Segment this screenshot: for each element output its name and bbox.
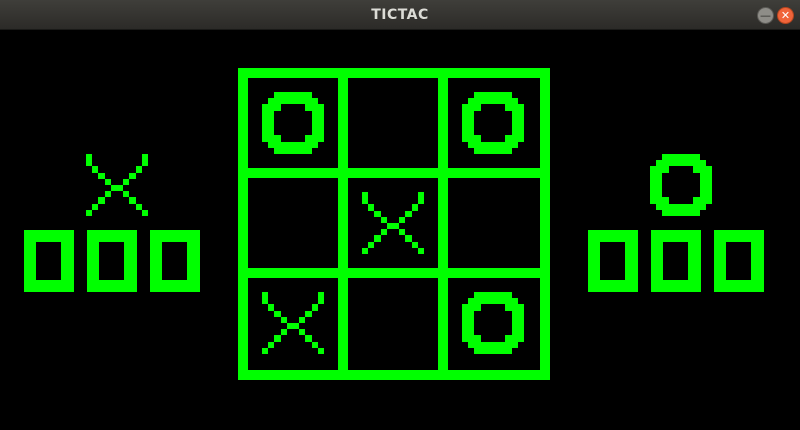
board-cell-0-0[interactable] [248,78,338,168]
game-board [238,68,550,380]
minimize-button[interactable]: — [757,7,774,24]
board-hline [238,168,550,178]
minimize-icon: — [760,9,771,22]
close-button[interactable]: ✕ [777,7,794,24]
board-cell-1-0[interactable] [248,178,338,268]
title-bar: TICTAC — ✕ [0,0,800,30]
board-vline [238,68,248,380]
game-area [0,30,800,430]
board-cell-1-2[interactable] [448,178,538,268]
board-cell-0-1[interactable] [348,78,438,168]
board-cell-0-2[interactable] [448,78,538,168]
right-player-panel [588,154,765,294]
close-icon: ✕ [780,9,791,22]
board-vline [438,68,448,380]
board-hline [238,268,550,278]
window-title: TICTAC [371,7,429,23]
board-cell-1-1[interactable] [348,178,438,268]
board-hline [238,370,550,380]
board-cell-2-0[interactable] [248,278,338,368]
board-vline [338,68,348,380]
board-hline [238,68,550,78]
board-vline [540,68,550,380]
board-cell-2-1[interactable] [348,278,438,368]
left-player-panel [24,154,201,294]
board-cell-2-2[interactable] [448,278,538,368]
